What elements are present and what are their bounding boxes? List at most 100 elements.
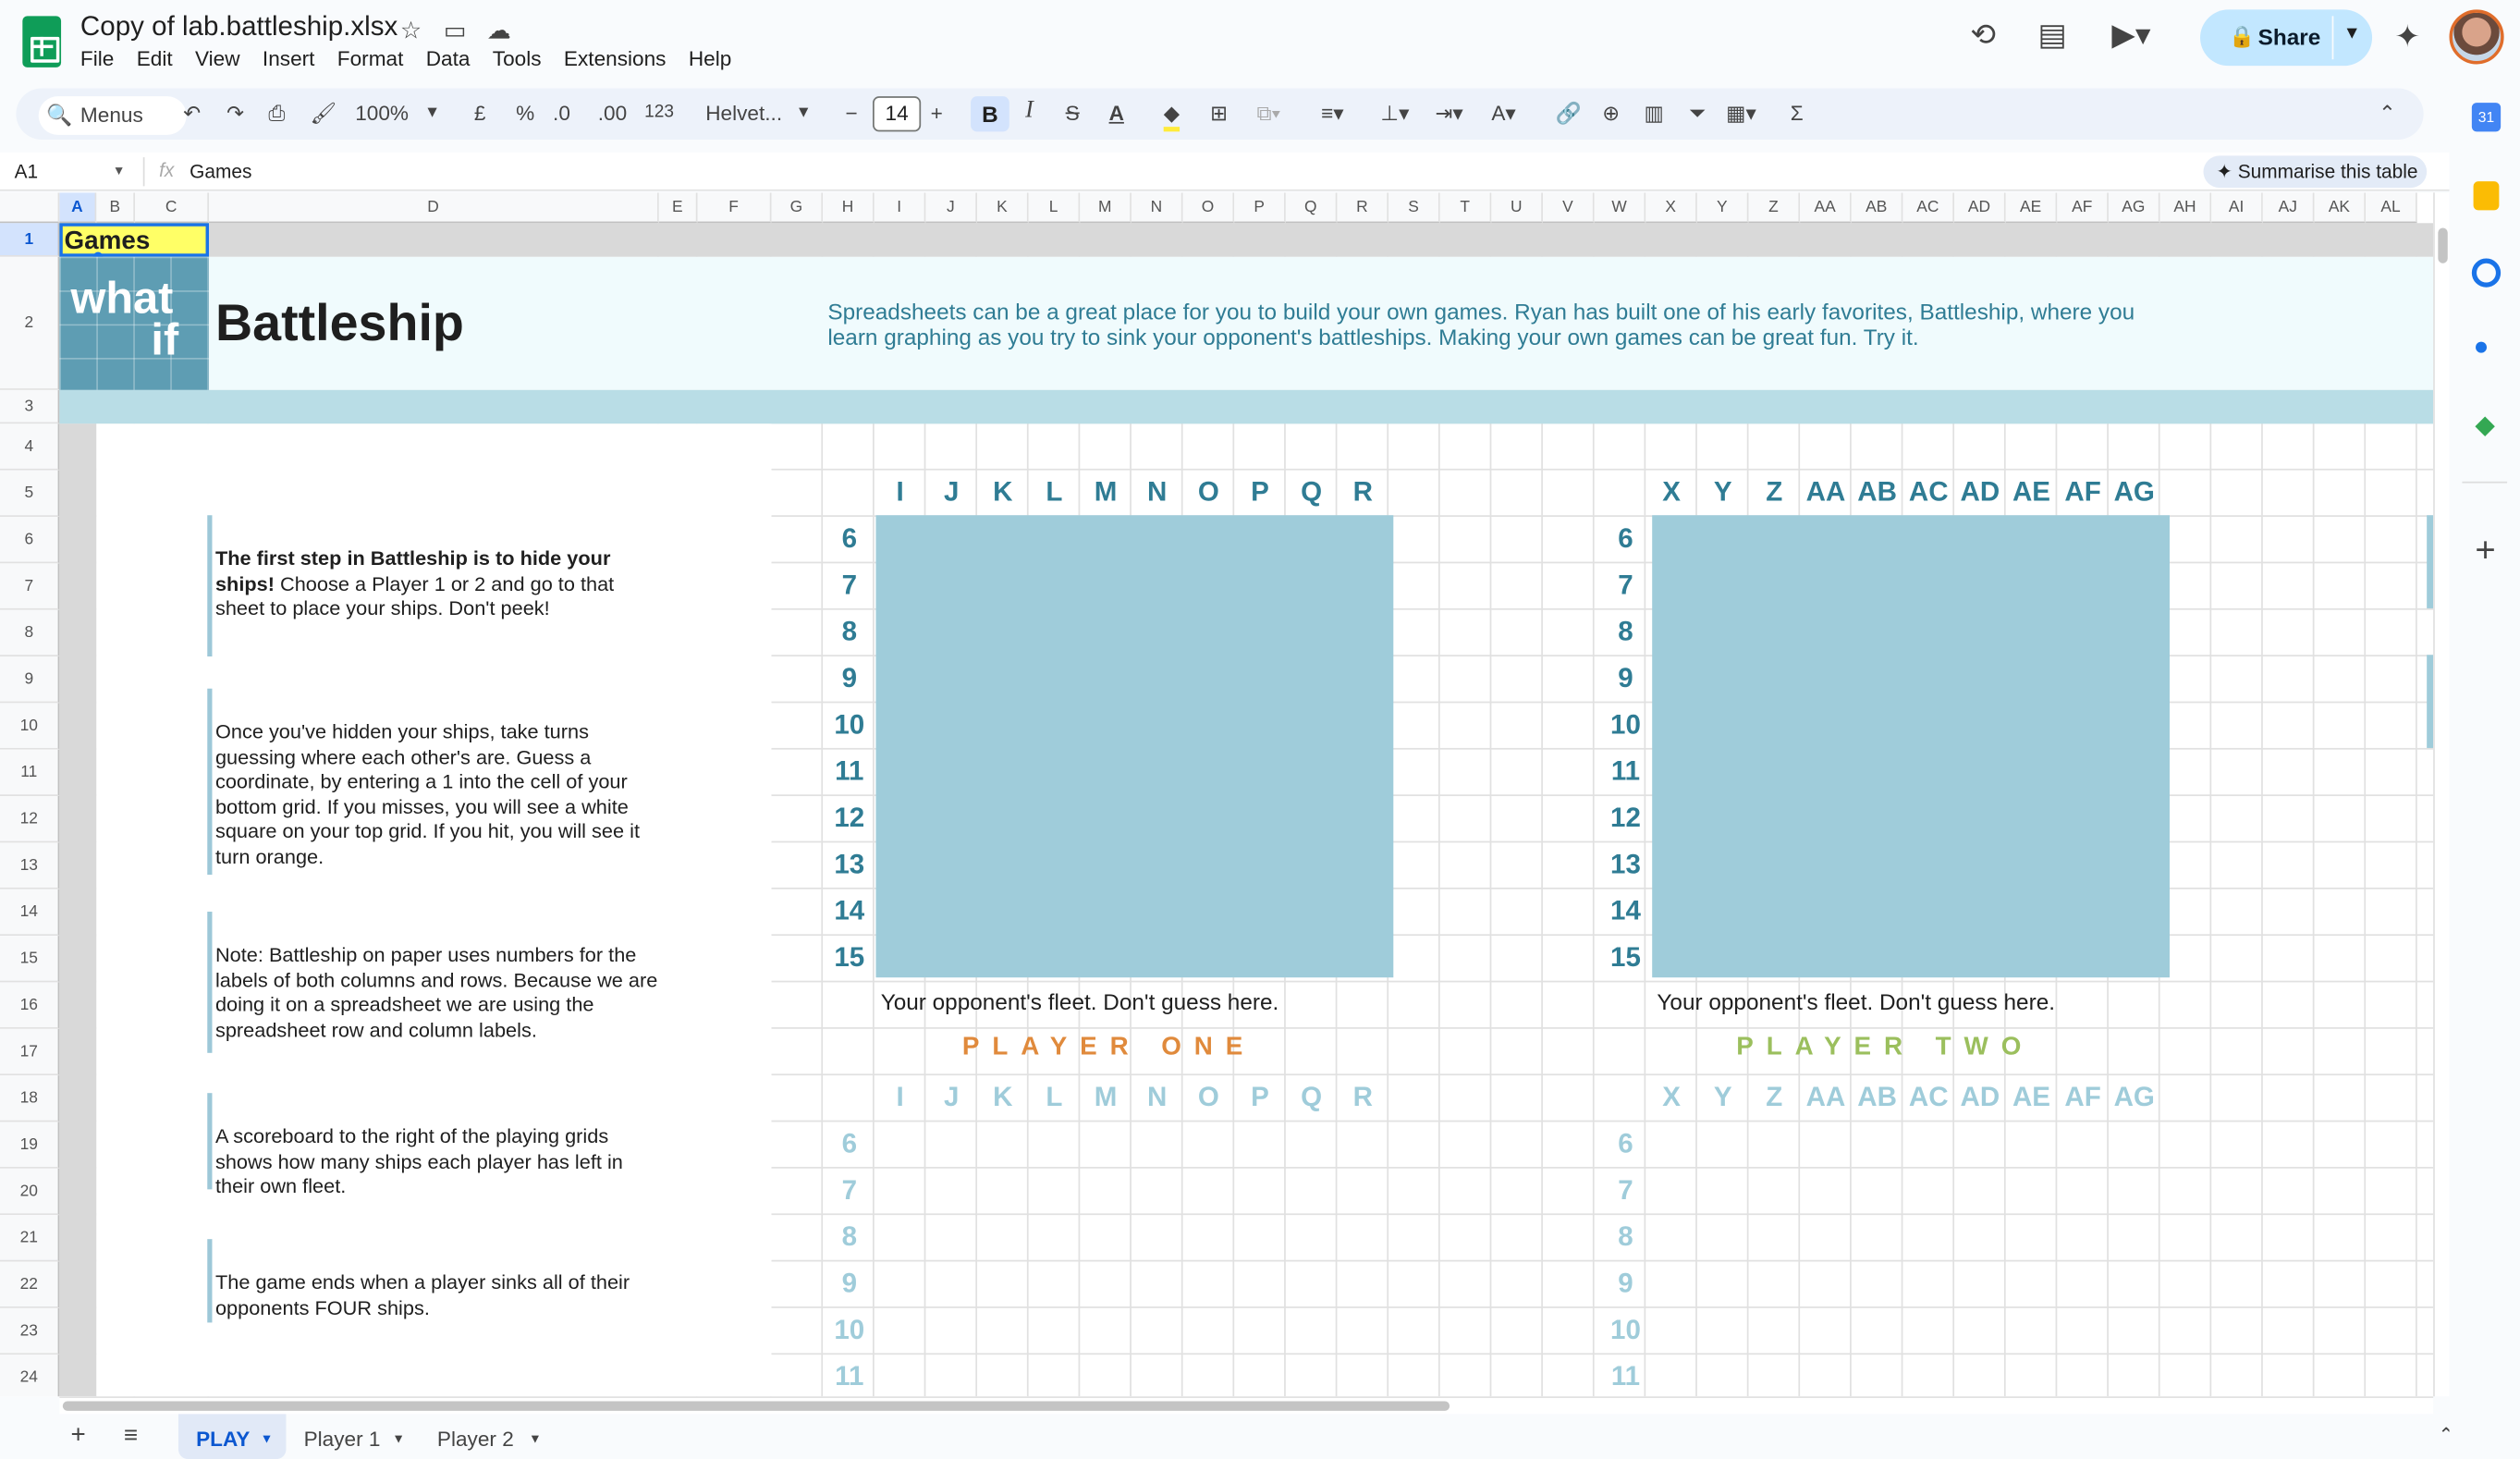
star-icon[interactable]: ☆: [400, 16, 422, 45]
table-view-icon[interactable]: ▦▾: [1726, 101, 1756, 127]
spreadsheet-grid[interactable]: A B C D E F G H I J K L M N O P Q R S T U V W X Y Z AA AB AC AD AE AF AG…: [0, 192, 2434, 1397]
column-header-x[interactable]: X: [1645, 192, 1697, 224]
cell-a1[interactable]: Games: [59, 223, 210, 257]
chart-icon[interactable]: ▥: [1645, 101, 1664, 127]
chevron-down-icon[interactable]: ▼: [261, 1431, 274, 1446]
column-header-ae[interactable]: AE: [2005, 192, 2058, 224]
menu-help[interactable]: Help: [689, 46, 732, 70]
column-header-s[interactable]: S: [1388, 192, 1440, 224]
column-header-i[interactable]: I: [874, 192, 926, 224]
comments-icon[interactable]: ▤: [2037, 18, 2066, 55]
row-header-7[interactable]: 7: [0, 563, 60, 610]
column-header-aa[interactable]: AA: [1800, 192, 1852, 224]
row-header-14[interactable]: 14: [0, 889, 60, 937]
menu-search[interactable]: 🔍 Menus: [38, 96, 187, 135]
chevron-down-icon[interactable]: ▼: [113, 164, 126, 178]
column-header-h[interactable]: H: [823, 192, 875, 224]
column-header-n[interactable]: N: [1131, 192, 1183, 224]
link-icon[interactable]: 🔗: [1556, 101, 1582, 127]
filter-icon[interactable]: ⏷: [1689, 101, 1706, 127]
select-all-corner[interactable]: [0, 192, 60, 224]
player-one-top-board[interactable]: [875, 515, 1394, 978]
font-size-input[interactable]: 14: [873, 96, 922, 132]
zoom-select[interactable]: 100%: [355, 101, 409, 125]
column-header-m[interactable]: M: [1080, 192, 1132, 224]
row-header-19[interactable]: 19: [0, 1122, 60, 1169]
column-header-t[interactable]: T: [1439, 192, 1492, 224]
chevron-down-icon[interactable]: ▼: [392, 1431, 405, 1446]
horizontal-scrollbar[interactable]: [59, 1396, 2434, 1415]
menu-tools[interactable]: Tools: [493, 46, 542, 70]
vertical-align-icon[interactable]: ⊥▾: [1380, 101, 1409, 127]
column-header-l[interactable]: L: [1028, 192, 1081, 224]
menu-view[interactable]: View: [195, 46, 240, 70]
chevron-down-icon[interactable]: ▼: [424, 104, 440, 122]
tasks-icon[interactable]: [2471, 258, 2502, 288]
text-rotation-icon[interactable]: A▾: [1491, 101, 1515, 127]
menu-insert[interactable]: Insert: [263, 46, 315, 70]
maps-icon[interactable]: ◆: [2475, 410, 2494, 442]
row-header-2[interactable]: 2: [0, 256, 60, 390]
menu-file[interactable]: File: [80, 46, 114, 70]
cloud-status-icon[interactable]: ☁: [487, 16, 511, 45]
chevron-down-icon[interactable]: ▼: [796, 104, 812, 122]
column-header-k[interactable]: K: [977, 192, 1029, 224]
borders-icon[interactable]: ⊞: [1210, 101, 1228, 127]
text-color-icon[interactable]: A: [1109, 101, 1124, 125]
tab-play[interactable]: PLAY ▼: [177, 1414, 287, 1459]
calendar-icon[interactable]: 31: [2471, 103, 2502, 132]
vertical-scrollbar[interactable]: [2433, 192, 2450, 1397]
print-icon[interactable]: ⎙: [268, 101, 285, 127]
currency-button[interactable]: £: [474, 101, 486, 125]
row-header-9[interactable]: 9: [0, 656, 60, 704]
column-header-v[interactable]: V: [1542, 192, 1595, 224]
row-header-18[interactable]: 18: [0, 1075, 60, 1122]
sheets-logo-icon[interactable]: [22, 16, 62, 67]
row-header-15[interactable]: 15: [0, 936, 60, 983]
row-header-5[interactable]: 5: [0, 470, 60, 517]
column-header-y[interactable]: Y: [1696, 192, 1749, 224]
column-header-g[interactable]: G: [771, 192, 824, 224]
row-header-13[interactable]: 13: [0, 842, 60, 889]
decrease-decimal-button[interactable]: .0: [553, 101, 570, 125]
row-header-16[interactable]: 16: [0, 982, 60, 1029]
row-header-23[interactable]: 23: [0, 1307, 60, 1355]
row-header-17[interactable]: 17: [0, 1028, 60, 1076]
row-header-4[interactable]: 4: [0, 423, 60, 471]
add-sheet-icon[interactable]: +: [70, 1422, 85, 1451]
row-header-20[interactable]: 20: [0, 1168, 60, 1216]
menu-data[interactable]: Data: [426, 46, 471, 70]
column-header-a[interactable]: A: [59, 192, 97, 224]
column-header-r[interactable]: R: [1337, 192, 1389, 224]
column-header-ab[interactable]: AB: [1851, 192, 1903, 224]
text-wrap-icon[interactable]: ⇥▾: [1435, 101, 1462, 127]
collapse-toolbar-icon[interactable]: ⌃: [2379, 101, 2396, 127]
functions-icon[interactable]: Σ: [1791, 101, 1804, 125]
undo-icon[interactable]: ↶: [183, 101, 201, 127]
fill-color-icon[interactable]: ◆: [1163, 101, 1180, 132]
font-size-decrease-icon[interactable]: −: [845, 101, 857, 125]
column-header-e[interactable]: E: [658, 192, 698, 224]
column-header-ai[interactable]: AI: [2211, 192, 2263, 224]
align-left-icon[interactable]: ≡▾: [1321, 101, 1344, 127]
move-folder-icon[interactable]: ▭: [444, 16, 467, 45]
column-header-aj[interactable]: AJ: [2262, 192, 2315, 224]
column-header-ag[interactable]: AG: [2108, 192, 2160, 224]
column-header-c[interactable]: C: [135, 192, 210, 224]
row-header-11[interactable]: 11: [0, 749, 60, 797]
column-header-d[interactable]: D: [209, 192, 659, 224]
contacts-icon[interactable]: ●: [2474, 334, 2489, 362]
row-header-24[interactable]: 24: [0, 1355, 60, 1397]
menu-extensions[interactable]: Extensions: [564, 46, 667, 70]
increase-decimal-button[interactable]: .00: [598, 101, 627, 125]
name-box[interactable]: A1: [15, 161, 39, 183]
number-format-button[interactable]: 123: [644, 103, 674, 122]
history-icon[interactable]: ⟲: [1970, 18, 1996, 55]
row-header-10[interactable]: 10: [0, 703, 60, 750]
column-header-al[interactable]: AL: [2366, 192, 2417, 224]
column-header-ak[interactable]: AK: [2314, 192, 2367, 224]
row-header-22[interactable]: 22: [0, 1261, 60, 1308]
column-header-ah[interactable]: AH: [2159, 192, 2212, 224]
row-header-6[interactable]: 6: [0, 516, 60, 564]
player-two-top-board[interactable]: [1652, 515, 2171, 978]
